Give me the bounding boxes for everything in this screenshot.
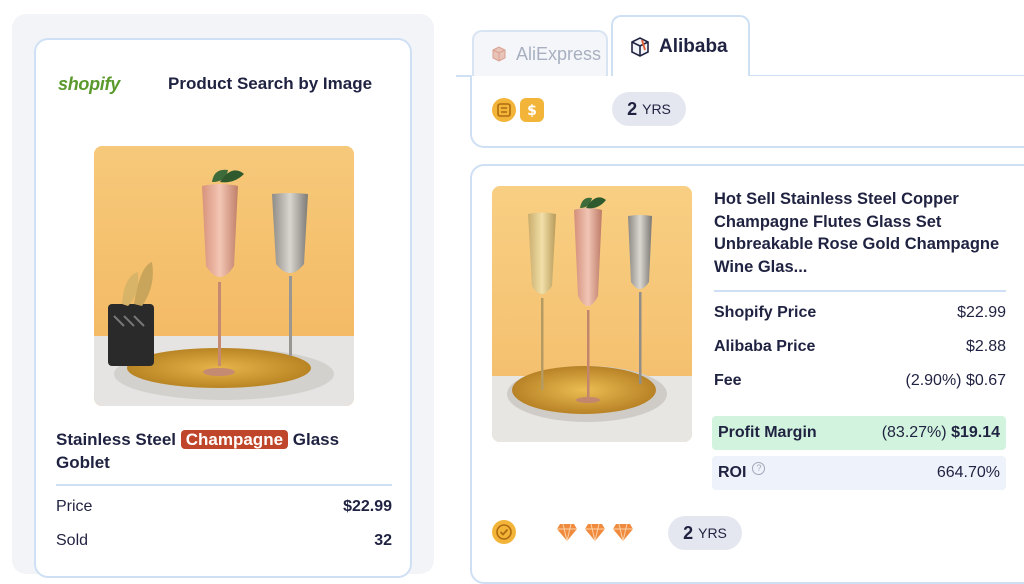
sold-row: Sold 32 <box>56 532 392 550</box>
profit-margin-label: Profit Margin <box>718 424 817 441</box>
product-title-pre: Stainless Steel <box>56 430 181 449</box>
supplier-years-badge: 2 YRS <box>612 92 686 126</box>
diamond-icon <box>613 523 633 542</box>
years-unit: YRS <box>642 101 671 117</box>
verified-check-icon <box>492 520 516 544</box>
sold-value: 32 <box>374 532 392 549</box>
product-title: Stainless Steel Champagne Glass Goblet <box>56 428 396 474</box>
fee-value: (2.90%) $0.67 <box>905 372 1006 389</box>
tab-alibaba-label: Alibaba <box>659 36 728 57</box>
shopify-logo: shopify <box>58 74 120 94</box>
tab-alibaba[interactable]: Alibaba <box>611 15 750 77</box>
roi-row: ROI? 664.70% <box>712 456 1006 490</box>
sold-label: Sold <box>56 532 89 549</box>
divider <box>714 290 1006 292</box>
product-image[interactable] <box>94 146 354 406</box>
price-row: Price $22.99 <box>56 498 392 516</box>
fee-row: Fee (2.90%) $0.67 <box>714 372 1006 390</box>
profit-margin-value: $19.14 <box>951 424 1000 441</box>
keyword-highlight: Champagne <box>180 430 289 449</box>
years-number: 2 <box>683 522 694 543</box>
roi-value: 664.70% <box>936 464 1000 481</box>
fee-label: Fee <box>714 372 742 389</box>
box-icon <box>631 37 649 57</box>
price-label: Price <box>56 498 93 515</box>
supplier-years-badge: 2 YRS <box>668 516 742 550</box>
profit-margin-row: Profit Margin (83.27%) $19.14 <box>712 416 1006 450</box>
price-value: $22.99 <box>343 498 392 515</box>
card-header: shopify Product Search by Image <box>58 74 372 95</box>
info-icon[interactable]: ? <box>752 462 766 475</box>
years-unit: YRS <box>698 525 727 541</box>
supplier-badge-icon <box>492 98 516 122</box>
years-number: 2 <box>627 98 638 119</box>
shopify-price-label: Shopify Price <box>714 304 817 321</box>
diamond-icon <box>557 523 577 542</box>
diamond-icon <box>585 523 605 542</box>
shopify-price-value: $22.99 <box>957 304 1006 321</box>
trade-assurance-icon: $ <box>520 98 544 122</box>
roi-label-group: ROI? <box>718 462 766 482</box>
tab-aliexpress[interactable]: AliExpress <box>472 30 608 76</box>
alibaba-price-row: Alibaba Price $2.88 <box>714 338 1006 356</box>
shopify-price-row: Shopify Price $22.99 <box>714 304 1006 322</box>
seller-info-card: $ 2 YRS <box>470 76 1024 148</box>
svg-text:$: $ <box>527 103 537 119</box>
box-icon <box>492 46 506 62</box>
divider <box>56 484 392 486</box>
shopify-product-card: shopify Product Search by Image Stainles… <box>34 38 412 578</box>
roi-label: ROI <box>718 464 747 481</box>
result-product-image[interactable] <box>492 186 692 442</box>
search-title: Product Search by Image <box>168 74 373 93</box>
profit-margin-percent: (83.27%) <box>881 424 947 441</box>
alibaba-price-label: Alibaba Price <box>714 338 816 355</box>
tab-aliexpress-label: AliExpress <box>516 43 602 64</box>
profit-margin-values: (83.27%) $19.14 <box>882 424 1000 442</box>
shopify-panel: shopify Product Search by Image Stainles… <box>12 14 434 578</box>
alibaba-price-value: $2.88 <box>965 338 1006 355</box>
result-product-title[interactable]: Hot Sell Stainless Steel Copper Champagn… <box>714 188 1004 278</box>
alibaba-result-card[interactable]: Hot Sell Stainless Steel Copper Champagn… <box>470 164 1024 584</box>
